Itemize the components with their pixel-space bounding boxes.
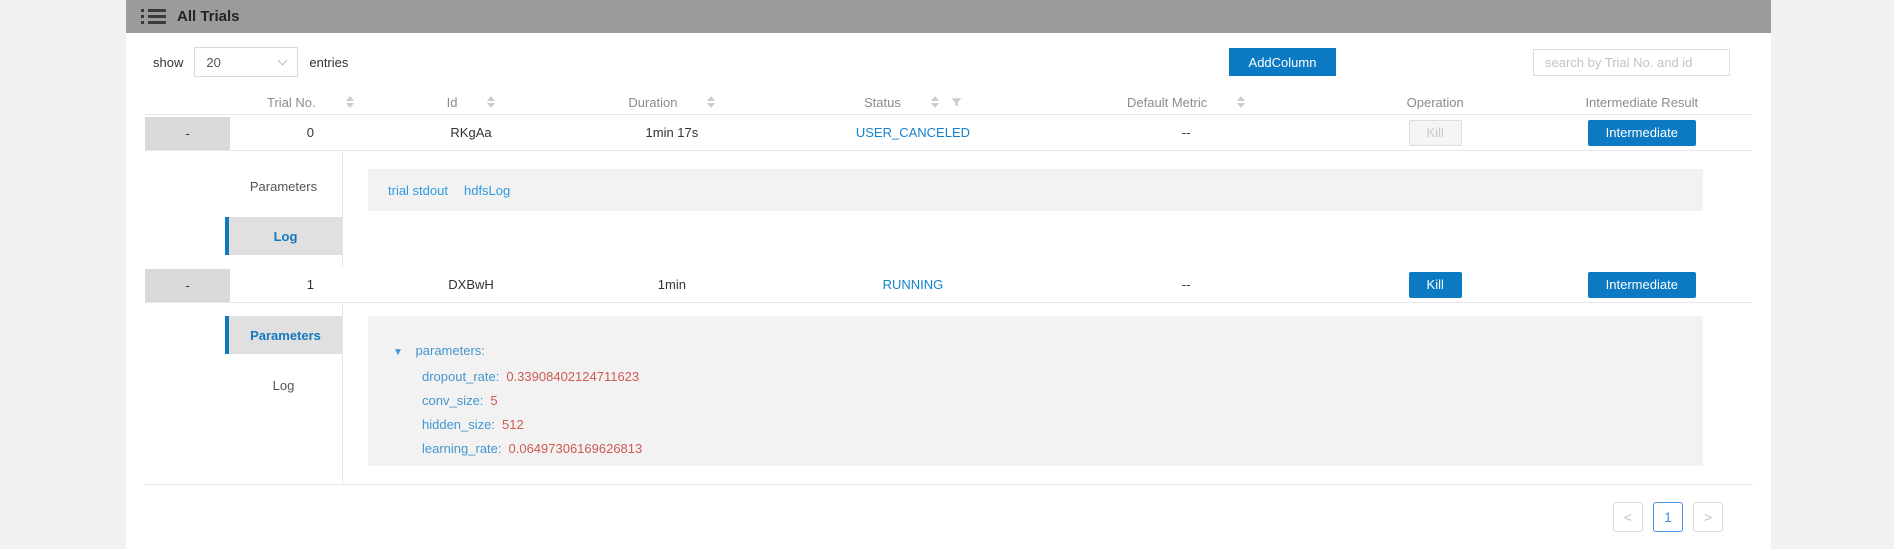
sort-icon[interactable] xyxy=(346,96,354,108)
cell-trial-no: 0 xyxy=(230,125,391,140)
intermediate-button[interactable]: Intermediate xyxy=(1588,272,1696,298)
detail-tabs: Parameters Log xyxy=(145,303,343,484)
sort-icon[interactable] xyxy=(487,96,495,108)
cell-trial-id: RKgAa xyxy=(391,125,552,140)
kill-button: Kill xyxy=(1409,120,1462,146)
parameter-entry: dropout_rate: 0.33908402124711623 xyxy=(393,365,1703,389)
cell-status: RUNNING xyxy=(792,277,1033,292)
sort-icon[interactable] xyxy=(1237,96,1245,108)
cell-duration: 1min 17s xyxy=(551,125,792,140)
column-header-duration[interactable]: Duration xyxy=(551,95,792,110)
parameters-json-tree: ▼ parameters: dropout_rate: 0.33908402124… xyxy=(368,316,1703,466)
all-trials-panel: All Trials show 20 entries AddColumn Tri… xyxy=(126,0,1771,549)
column-header-status[interactable]: Status xyxy=(792,95,1033,110)
parameter-value: 5 xyxy=(490,393,497,408)
log-links-bar: trial stdout hdfsLog xyxy=(368,169,1703,211)
entries-label: entries xyxy=(309,55,348,70)
cell-default-metric: -- xyxy=(1033,277,1338,292)
parameter-value: 0.33908402124711623 xyxy=(506,369,639,384)
tab-parameters[interactable]: Parameters xyxy=(225,316,342,354)
trial-row-1: - 1 DXBwH 1min RUNNING -- Kill Intermedi… xyxy=(145,267,1752,303)
parameter-value: 512 xyxy=(502,417,524,432)
cell-duration: 1min xyxy=(551,277,792,292)
search-input[interactable] xyxy=(1533,49,1730,76)
filter-icon[interactable] xyxy=(951,97,962,108)
add-column-button[interactable]: AddColumn xyxy=(1229,48,1336,76)
tab-parameters[interactable]: Parameters xyxy=(225,167,342,205)
show-label: show xyxy=(153,55,183,70)
prev-page-button: < xyxy=(1613,502,1643,532)
column-header-intermediate-result: Intermediate Result xyxy=(1532,95,1752,110)
table-controls: show 20 entries AddColumn xyxy=(126,33,1771,77)
collapse-row-button[interactable]: - xyxy=(145,269,230,302)
tab-log[interactable]: Log xyxy=(225,217,342,255)
column-label: Status xyxy=(864,95,901,110)
parameter-entry: conv_size: 5 xyxy=(393,389,1703,413)
sort-icon[interactable] xyxy=(931,96,939,108)
trial-row-0: - 0 RKgAa 1min 17s USER_CANCELED -- Kill… xyxy=(145,115,1752,151)
kill-button[interactable]: Kill xyxy=(1409,272,1462,298)
collapse-arrow-icon[interactable]: ▼ xyxy=(393,347,403,358)
table-header-row: Trial No. Id Duration Status Default Met… xyxy=(145,90,1752,115)
parameter-key: learning_rate: xyxy=(422,441,502,456)
cell-default-metric: -- xyxy=(1033,125,1338,140)
page-1-button[interactable]: 1 xyxy=(1653,502,1683,532)
parameter-key: hidden_size: xyxy=(422,417,495,432)
pagination: < 1 > xyxy=(126,485,1771,532)
column-header-trial-no[interactable]: Trial No. xyxy=(230,95,391,110)
tab-log[interactable]: Log xyxy=(225,366,342,404)
column-header-default-metric[interactable]: Default Metric xyxy=(1033,95,1338,110)
column-label: Trial No. xyxy=(267,95,316,110)
parameter-key: conv_size: xyxy=(422,393,483,408)
trial-0-detail-panel: Parameters Log trial stdout hdfsLog xyxy=(145,151,1752,267)
column-header-id[interactable]: Id xyxy=(391,95,552,110)
detail-content: ▼ parameters: dropout_rate: 0.33908402124… xyxy=(343,303,1752,484)
trial-stdout-link[interactable]: trial stdout xyxy=(388,183,448,198)
collapse-row-button[interactable]: - xyxy=(145,117,230,150)
page-size-value: 20 xyxy=(206,55,220,70)
trial-1-detail-panel: Parameters Log ▼ parameters: dropout_rat… xyxy=(145,303,1752,484)
column-label: Operation xyxy=(1407,95,1464,110)
cell-trial-id: DXBwH xyxy=(391,277,552,292)
panel-title: All Trials xyxy=(177,8,240,25)
column-label: Intermediate Result xyxy=(1585,95,1698,110)
column-label: Default Metric xyxy=(1127,95,1207,110)
parameter-key: dropout_rate: xyxy=(422,369,499,384)
detail-tabs: Parameters Log xyxy=(145,151,343,267)
hdfslog-link[interactable]: hdfsLog xyxy=(464,183,510,198)
next-page-button: > xyxy=(1693,502,1723,532)
panel-titlebar: All Trials xyxy=(126,0,1771,33)
detail-content: trial stdout hdfsLog xyxy=(343,151,1752,267)
column-header-operation: Operation xyxy=(1339,95,1532,110)
column-label: Duration xyxy=(628,95,677,110)
parameter-entry: learning_rate: 0.06497306169626813 xyxy=(393,437,1703,461)
cell-status: USER_CANCELED xyxy=(792,125,1033,140)
column-label: Id xyxy=(447,95,458,110)
parameters-root-label: parameters: xyxy=(416,343,485,358)
cell-trial-no: 1 xyxy=(230,277,391,292)
page-size-select[interactable]: 20 xyxy=(194,47,298,77)
parameter-entry: hidden_size: 512 xyxy=(393,413,1703,437)
sort-icon[interactable] xyxy=(707,96,715,108)
intermediate-button[interactable]: Intermediate xyxy=(1588,120,1696,146)
list-icon xyxy=(141,9,166,24)
chevron-down-icon xyxy=(278,55,288,65)
parameter-value: 0.06497306169626813 xyxy=(509,441,643,456)
